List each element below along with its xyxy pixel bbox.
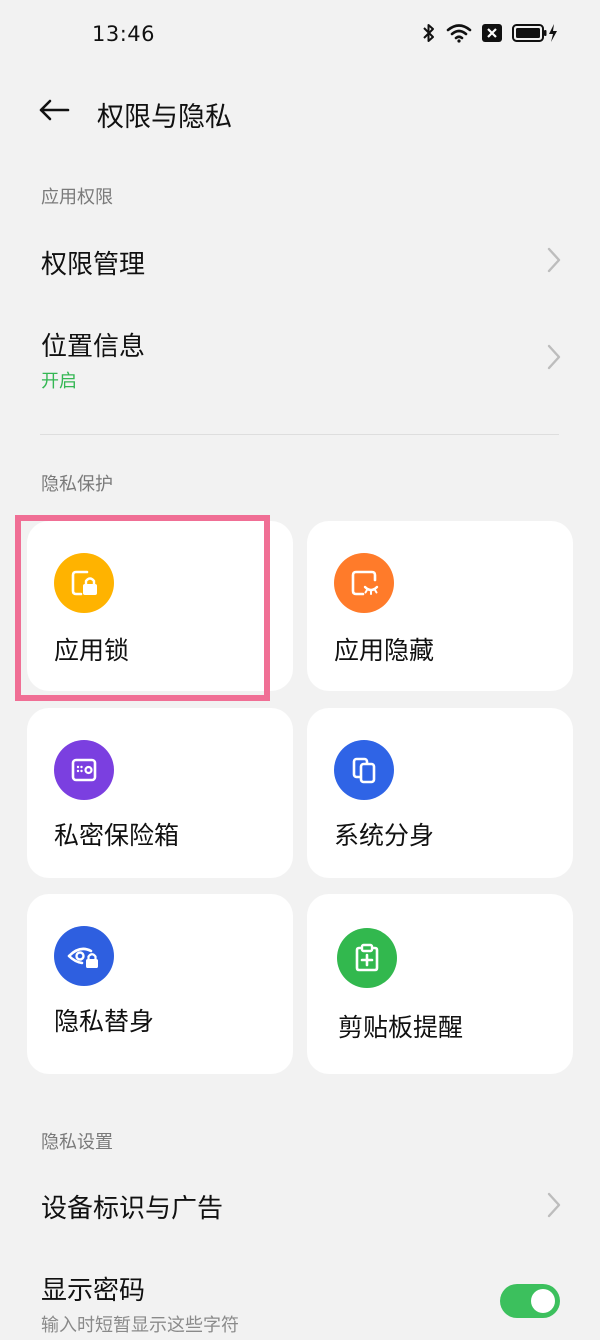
card-label: 应用锁: [54, 636, 130, 665]
header: 权限与隐私: [0, 82, 600, 142]
toggle-knob: [531, 1289, 555, 1313]
status-bar: 13:46: [0, 0, 600, 70]
app-hide-icon: [334, 553, 394, 613]
list-item-permission-management[interactable]: 权限管理: [0, 228, 600, 294]
bluetooth-icon: [422, 22, 436, 44]
location-status: 开启: [41, 371, 77, 392]
card-app-hide[interactable]: 应用隐藏: [307, 521, 573, 691]
battery-charging-icon: [512, 23, 558, 43]
section-label-app-permissions: 应用权限: [41, 187, 113, 208]
list-item-title: 显示密码: [41, 1276, 146, 1306]
list-item-title: 位置信息: [41, 332, 146, 362]
card-label: 隐私替身: [54, 1007, 155, 1036]
card-label: 应用隐藏: [334, 636, 435, 665]
card-privacy-stand-in[interactable]: 隐私替身: [27, 894, 293, 1074]
wifi-icon: [446, 23, 472, 43]
privacy-eye-lock-icon: [54, 926, 114, 986]
card-label: 私密保险箱: [54, 821, 180, 850]
card-label: 系统分身: [334, 821, 435, 850]
card-system-clone[interactable]: 系统分身: [307, 708, 573, 878]
list-item-show-password[interactable]: 显示密码 输入时短暂显示这些字符: [0, 1254, 600, 1340]
chevron-right-icon: [544, 246, 564, 274]
status-icons: [422, 22, 558, 44]
arrow-left-icon: [38, 98, 70, 126]
safe-box-icon: [54, 740, 114, 800]
card-private-safe[interactable]: 私密保险箱: [27, 708, 293, 878]
list-item-title: 权限管理: [41, 250, 146, 280]
section-label-privacy-protection: 隐私保护: [41, 474, 113, 495]
system-clone-icon: [334, 740, 394, 800]
status-time: 13:46: [92, 22, 156, 46]
card-label: 剪贴板提醒: [338, 1013, 464, 1042]
divider: [40, 434, 559, 435]
list-item-title: 设备标识与广告: [41, 1194, 224, 1224]
list-item-device-id-ads[interactable]: 设备标识与广告: [0, 1172, 600, 1238]
page-title: 权限与隐私: [97, 102, 232, 133]
card-app-lock[interactable]: 应用锁: [27, 521, 293, 691]
show-password-description: 输入时短暂显示这些字符: [41, 1315, 239, 1336]
clipboard-icon: [337, 928, 397, 988]
app-lock-icon: [54, 553, 114, 613]
sim-off-icon: [482, 24, 502, 42]
section-label-privacy-settings: 隐私设置: [41, 1132, 113, 1153]
show-password-toggle[interactable]: [500, 1284, 560, 1318]
chevron-right-icon: [544, 1191, 564, 1219]
card-clipboard-reminder[interactable]: 剪贴板提醒: [307, 894, 573, 1074]
list-item-location[interactable]: 位置信息 开启: [0, 310, 600, 406]
chevron-right-icon: [544, 343, 564, 371]
back-button[interactable]: [34, 92, 74, 132]
